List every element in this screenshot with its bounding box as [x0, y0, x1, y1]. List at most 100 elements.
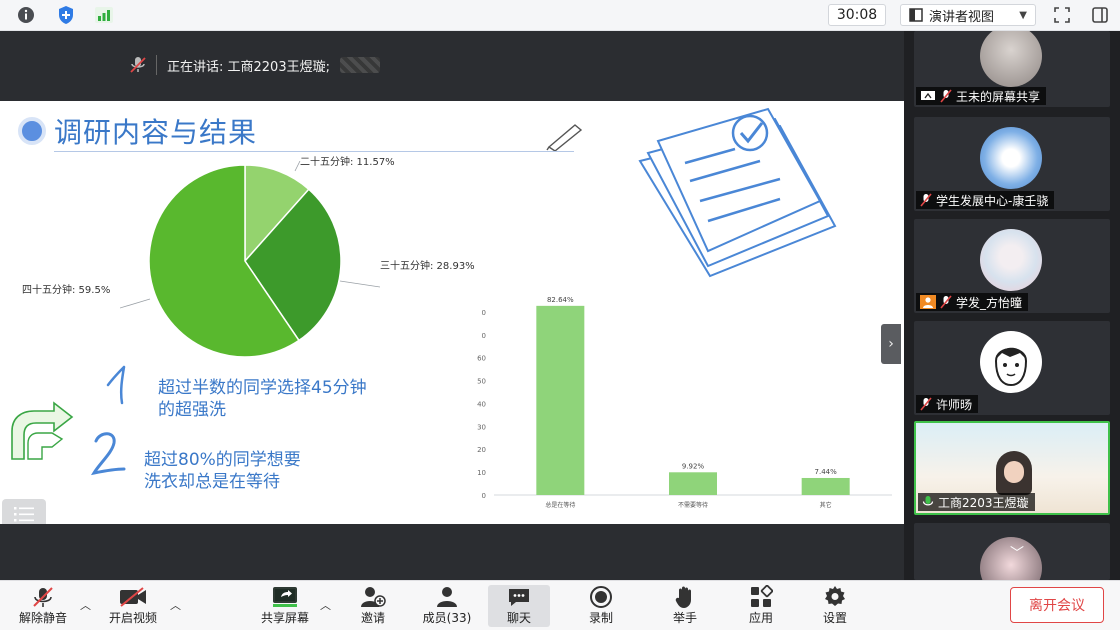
- meeting-toolbar: 解除静音 ︿ 开启视频 ︿ 共享屏幕 ︿ 邀请 成员(33) 聊天 录制 举手 …: [0, 580, 1120, 630]
- participant-label-1: 王未的屏幕共享: [916, 87, 1047, 105]
- share-screen-icon: [273, 587, 297, 607]
- info-icon[interactable]: [16, 5, 36, 25]
- leave-meeting-button[interactable]: 离开会议: [1010, 587, 1104, 623]
- gear-icon: [825, 586, 845, 606]
- slide-title: 调研内容与结果: [54, 116, 258, 149]
- avatar: [980, 331, 1042, 393]
- view-mode-select[interactable]: 演讲者视图 ▼: [900, 4, 1036, 26]
- bar-y-tick-label: 30: [477, 423, 486, 431]
- main-stage: 正在讲话: 工商2203王煜璇; 调研内容与结果 二十五分钟: 11.57% 三…: [0, 31, 904, 580]
- speaker-video: [996, 451, 1032, 495]
- speaking-indicator: 正在讲话: 工商2203王煜璇;: [130, 53, 380, 77]
- mic-muted-icon: [940, 89, 952, 103]
- title-bullet-dot: [18, 117, 46, 145]
- participant-video-panel[interactable]: ︿ 王未的屏幕共享 学生发展中心-康壬骁 学发_方怡曈 许师: [904, 31, 1120, 580]
- apps-button[interactable]: 应用: [730, 585, 792, 627]
- participant-tile-4[interactable]: 许师旸: [914, 321, 1110, 415]
- video-off-icon: [120, 587, 146, 607]
- pie-label-25min: 二十五分钟: 11.57%: [300, 157, 395, 168]
- fullscreen-icon[interactable]: [1052, 5, 1072, 25]
- unmute-button[interactable]: 解除静音: [12, 585, 74, 627]
- add-user-icon: [361, 587, 386, 607]
- start-video-button[interactable]: 开启视频: [102, 585, 164, 627]
- bullet-one-line2: 的超强洗: [158, 400, 226, 420]
- title-underline: [54, 151, 574, 152]
- scroll-down-icon[interactable]: ﹀: [1002, 543, 1032, 563]
- layout-icon: [909, 8, 923, 22]
- bullet-two-line2: 洗衣却总是在等待: [144, 472, 280, 492]
- speaking-label: 正在讲话: 工商2203王煜璇;: [167, 59, 330, 75]
- pie-label-45min: 四十五分钟: 59.5%: [22, 285, 111, 296]
- shield-icon[interactable]: [56, 5, 76, 25]
- bar-y-tick-label: 40: [477, 400, 486, 408]
- chevron-up-icon[interactable]: ︿: [320, 597, 331, 613]
- bar-chart: 0 10 20 30 40 50 60 0 0 82.64% 总是在等待 9.92% 不需要等待 7.44…: [477, 296, 892, 509]
- collapse-panel-button[interactable]: ›: [881, 324, 901, 364]
- participant-tile-1[interactable]: 王未的屏幕共享: [914, 31, 1110, 107]
- view-mode-label: 演讲者视图: [929, 9, 995, 25]
- mic-muted-icon: [130, 57, 146, 73]
- members-button[interactable]: 成员(33): [416, 585, 478, 627]
- bullet-two-line1: 超过80%的同学想要: [144, 450, 301, 470]
- chevron-up-icon[interactable]: ︿: [80, 597, 91, 613]
- record-icon: [590, 586, 612, 608]
- signal-icon[interactable]: [94, 5, 114, 25]
- person-icon: [920, 295, 936, 309]
- sidebar-icon[interactable]: [1090, 5, 1110, 25]
- chat-icon: [509, 589, 529, 606]
- cartoon-face-icon: [994, 347, 1028, 387]
- bullet-one-line1: 超过半数的同学选择45分钟: [158, 378, 367, 398]
- bar-y-tick-label: 0: [482, 309, 486, 317]
- participant-label-2: 学生发展中心-康壬骁: [916, 191, 1055, 209]
- chevron-right-icon: ›: [888, 336, 894, 352]
- avatar: [980, 31, 1042, 87]
- participant-tile-3[interactable]: 学发_方怡曈: [914, 219, 1110, 313]
- bullet-one: 超过半数的同学选择45分钟 的超强洗: [158, 377, 367, 421]
- bar-data-label: 82.64%: [547, 296, 574, 304]
- shared-slide: 调研内容与结果 二十五分钟: 11.57% 三十五分钟: 28.93% 四十五分…: [0, 101, 904, 524]
- abc-arrow-doodle: [11, 401, 74, 460]
- avatar: [980, 229, 1042, 291]
- participant-label-3: 学发_方怡曈: [916, 293, 1029, 311]
- avatar: [980, 127, 1042, 189]
- pie-leader-line: [339, 280, 380, 288]
- pen-icon: [546, 124, 583, 151]
- bar-y-tick-label: 60: [477, 355, 486, 363]
- bar-y-tick-label: 0: [482, 492, 486, 500]
- bar-data-label: 7.44%: [815, 468, 838, 476]
- bar-3: [801, 477, 850, 495]
- apps-icon: [751, 585, 773, 607]
- document-checklist-icon: [638, 107, 837, 278]
- mic-muted-icon: [920, 397, 932, 411]
- mic-muted-icon: [940, 295, 952, 309]
- chat-button[interactable]: 聊天: [488, 585, 550, 627]
- bullet-two: 超过80%的同学想要 洗衣却总是在等待: [144, 449, 301, 493]
- numeral-one-doodle: [106, 365, 126, 405]
- pie-label-35min: 三十五分钟: 28.93%: [380, 261, 475, 272]
- participant-tile-5-active[interactable]: 工商2203王煜璇: [914, 421, 1110, 515]
- bar-category-label: 总是在等待: [545, 501, 575, 509]
- chevron-up-icon[interactable]: ︿: [170, 597, 181, 613]
- bar-y-tick-label: 50: [477, 378, 486, 386]
- screen-share-icon: [921, 91, 935, 100]
- share-screen-button[interactable]: 共享屏幕: [254, 585, 316, 627]
- hand-icon: [675, 586, 691, 608]
- bar-y-tick-label: 10: [477, 469, 486, 477]
- raise-hand-button[interactable]: 举手: [654, 585, 716, 627]
- mic-active-icon: [922, 496, 934, 506]
- record-button[interactable]: 录制: [570, 585, 632, 627]
- meeting-timer: 30:08: [828, 4, 886, 26]
- participant-tile-2[interactable]: 学生发展中心-康壬骁: [914, 117, 1110, 211]
- pie-leader-line: [120, 298, 151, 309]
- slide-menu-button[interactable]: [2, 499, 46, 524]
- bar-category-label: 其它: [820, 501, 832, 509]
- top-bar: 30:08 演讲者视图 ▼: [0, 0, 1120, 31]
- bar-1: [536, 305, 585, 495]
- divider: [156, 55, 157, 75]
- participant-label-4: 许师旸: [916, 395, 979, 413]
- invite-button[interactable]: 邀请: [342, 585, 404, 627]
- mic-muted-icon: [920, 193, 932, 207]
- bar-data-label: 9.92%: [682, 462, 705, 470]
- mic-muted-icon: [33, 587, 53, 607]
- settings-button[interactable]: 设置: [804, 585, 866, 627]
